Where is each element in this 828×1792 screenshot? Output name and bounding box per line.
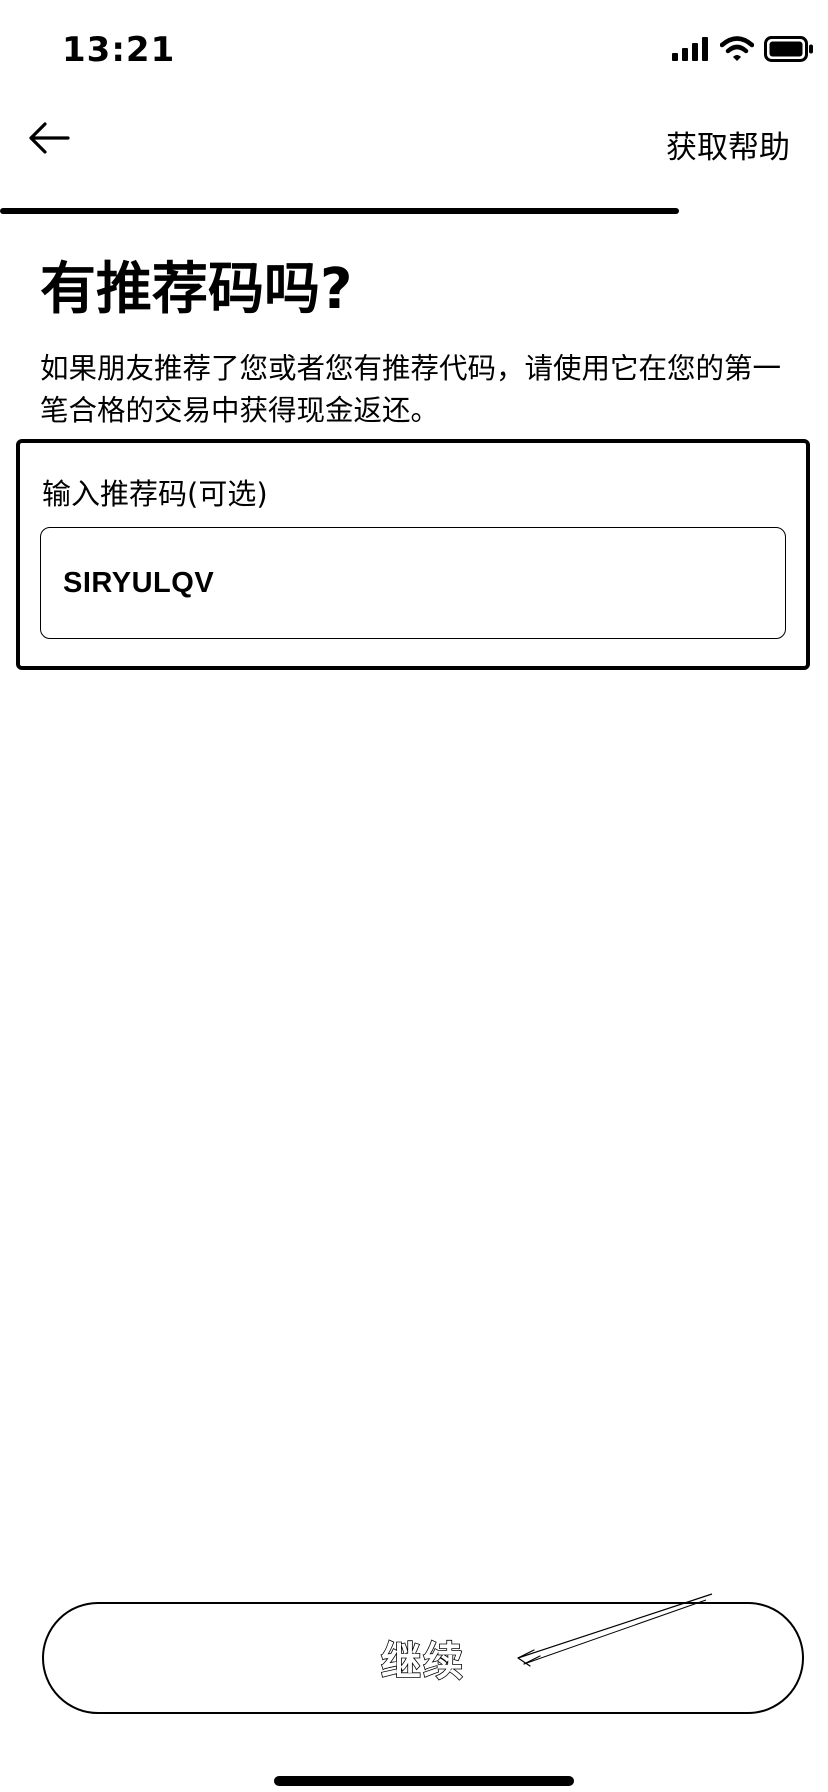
referral-code-label: 输入推荐码(可选) — [42, 477, 268, 511]
status-icons — [672, 36, 814, 66]
home-indicator — [274, 1776, 574, 1786]
back-button[interactable] — [24, 118, 74, 162]
battery-icon — [764, 36, 814, 66]
cellular-signal-icon — [672, 37, 710, 65]
continue-button-label: 继续 — [380, 1638, 465, 1686]
wifi-icon — [719, 36, 755, 66]
referral-code-input[interactable]: SIRYULQV — [40, 527, 786, 639]
page-title: 有推荐码吗? — [40, 257, 353, 322]
arrow-left-icon — [27, 121, 71, 159]
status-bar: 13:21 — [0, 0, 828, 100]
progress-bar — [0, 208, 828, 214]
page-description: 如果朋友推荐了您或者您有推荐代码，请使用它在您的第一笔合格的交易中获得现金返还。 — [40, 352, 782, 427]
progress-fill — [0, 208, 679, 214]
referral-code-panel: 输入推荐码(可选) SIRYULQV — [16, 439, 810, 670]
help-link[interactable]: 获取帮助 — [666, 122, 790, 167]
nav-bar: 获取帮助 — [0, 100, 828, 200]
referral-code-value: SIRYULQV — [63, 566, 215, 599]
status-time: 13:21 — [62, 30, 176, 70]
continue-button[interactable]: 继续 — [42, 1602, 804, 1714]
